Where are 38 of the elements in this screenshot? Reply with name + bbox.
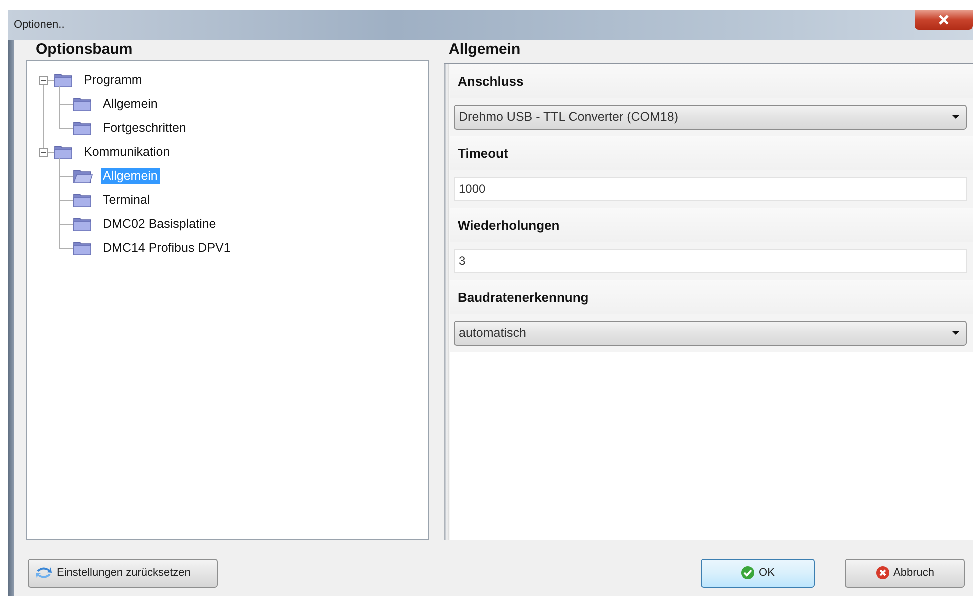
- tree-item[interactable]: Kommunikation: [82, 144, 172, 160]
- tree-item[interactable]: DMC02 Basisplatine: [101, 216, 218, 232]
- ok-button[interactable]: OK: [701, 558, 815, 588]
- reset-button[interactable]: Einstellungen zurücksetzen: [28, 558, 218, 588]
- field-label: Wiederholungen: [450, 208, 973, 242]
- close-button[interactable]: [915, 10, 973, 30]
- field-label: Baudratenerkennung: [450, 280, 973, 314]
- folder-icon: [54, 72, 74, 88]
- folder-icon: [73, 168, 93, 184]
- tree-item[interactable]: Allgemein: [101, 96, 160, 112]
- folder-icon: [73, 96, 93, 112]
- check-icon: [741, 566, 756, 580]
- caret-icon: [952, 331, 960, 335]
- input-field[interactable]: 3: [454, 249, 967, 273]
- tree-title: Optionsbaum: [35, 40, 134, 60]
- field-label: Anschluss: [450, 64, 973, 98]
- dropdown[interactable]: automatisch: [454, 320, 967, 346]
- dropdown[interactable]: Drehmo USB - TTL Converter (COM18): [454, 104, 967, 130]
- close-icon: [938, 15, 950, 25]
- collapse-icon[interactable]: [39, 148, 48, 156]
- caret-icon: [952, 115, 960, 119]
- field-label: Timeout: [450, 136, 973, 170]
- tree-item[interactable]: Terminal: [101, 192, 152, 208]
- cancel-button[interactable]: Abbruch: [845, 558, 965, 588]
- tree-item[interactable]: Fortgeschritten: [101, 120, 188, 136]
- folder-icon: [73, 192, 93, 208]
- section-title: Allgemein: [448, 40, 522, 60]
- window-title: Optionen..: [14, 19, 65, 31]
- arrows-icon: [35, 566, 53, 580]
- tree-item[interactable]: DMC14 Profibus DPV1: [101, 240, 233, 256]
- collapse-icon[interactable]: [39, 76, 48, 84]
- tree-item[interactable]: Programm: [82, 72, 144, 88]
- folder-icon: [73, 216, 93, 232]
- folder-icon: [54, 144, 74, 160]
- cancel-icon: [876, 566, 890, 580]
- folder-icon: [73, 240, 93, 256]
- folder-icon: [73, 120, 93, 136]
- input-field[interactable]: 1000: [454, 177, 967, 201]
